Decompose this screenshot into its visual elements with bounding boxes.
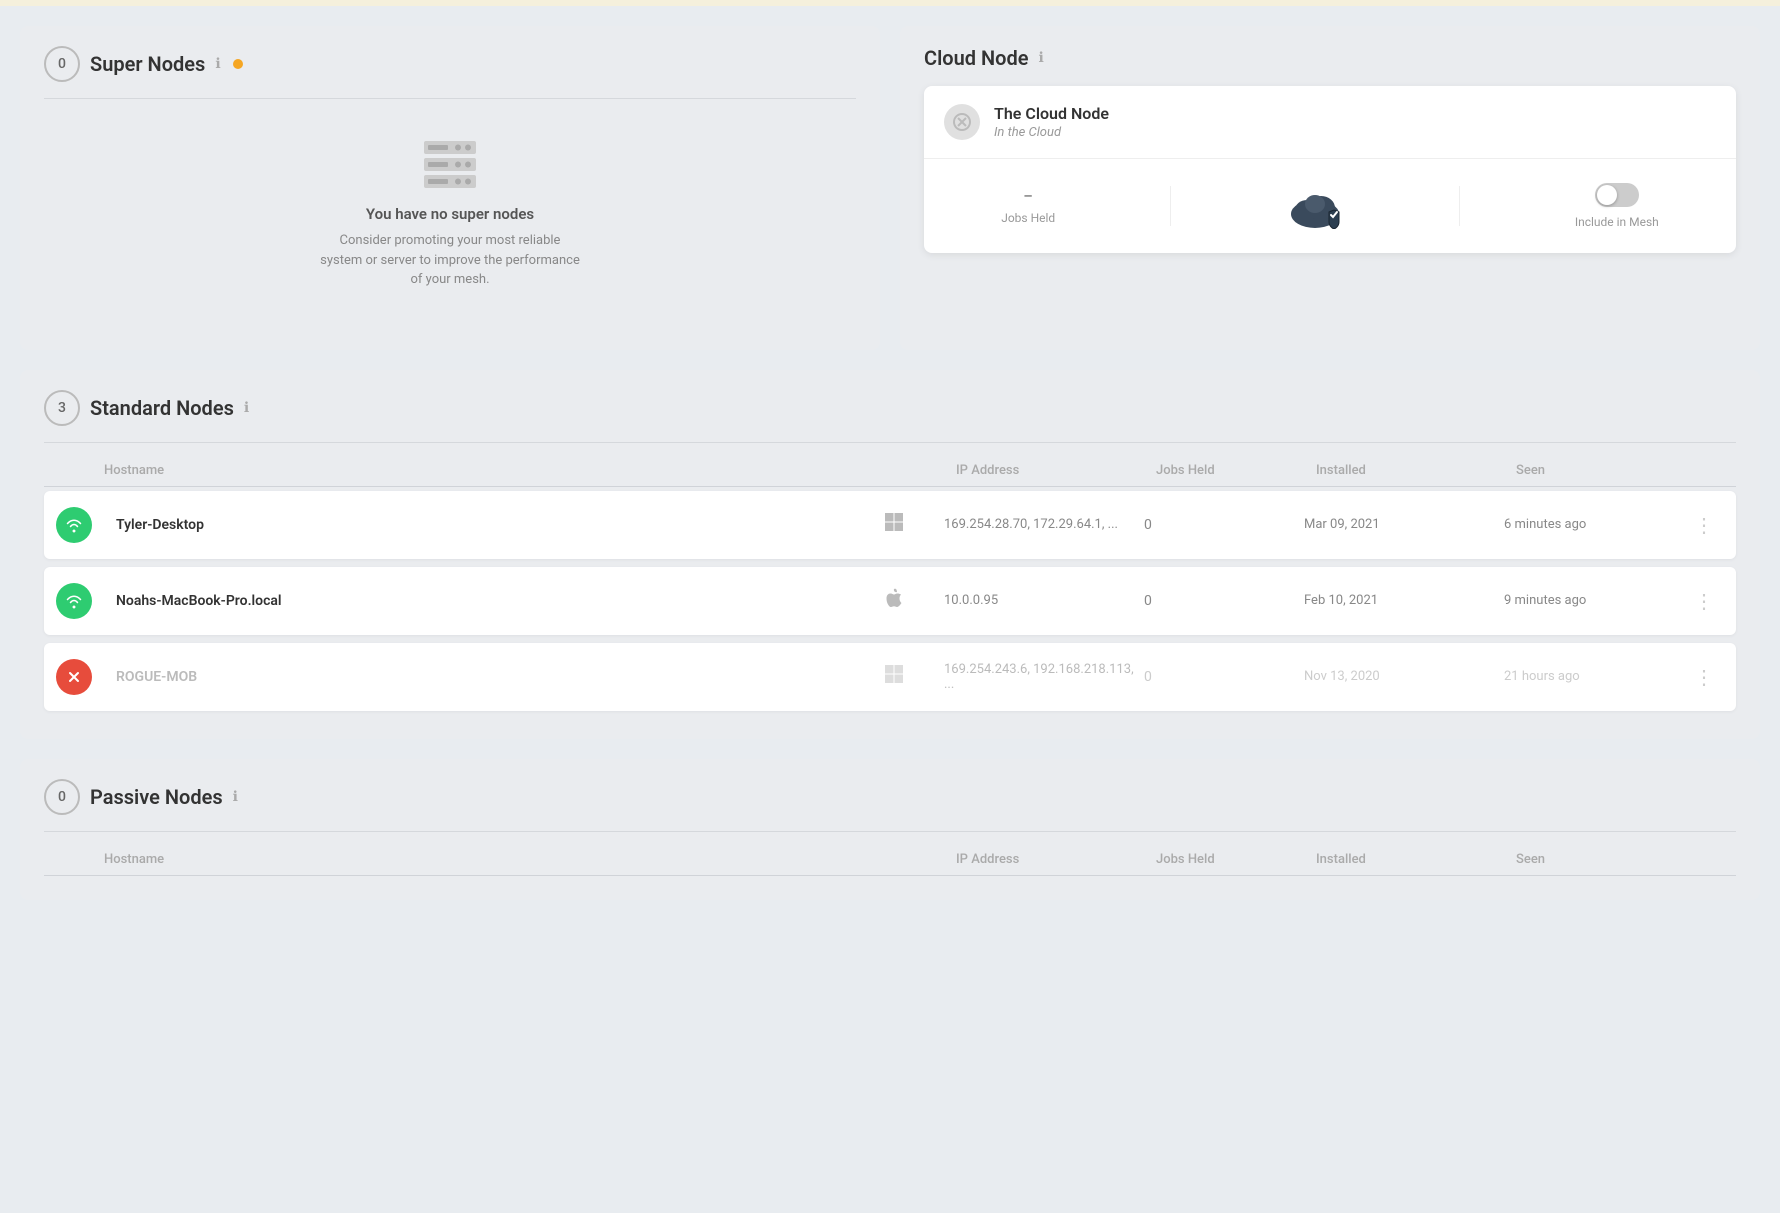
passive-nodes-title: Passive Nodes [90, 785, 223, 809]
standard-nodes-info-icon[interactable]: ℹ [244, 400, 249, 416]
node-jobs-held: 0 [1144, 669, 1304, 685]
passive-col-installed: Installed [1316, 852, 1516, 867]
node-jobs-held: 0 [1144, 593, 1304, 609]
standard-nodes-section: 3 Standard Nodes ℹ Hostname IP Address J… [20, 370, 1760, 739]
node-ip-address: 169.254.28.70, 172.29.64.1, ... [944, 517, 1144, 532]
wifi-icon [65, 516, 83, 534]
include-in-mesh-toggle-wrap: Include in Mesh [1575, 183, 1659, 229]
passive-col-seen: Seen [1516, 852, 1696, 867]
row-menu-button[interactable]: ⋮ [1684, 513, 1724, 537]
super-nodes-info-icon[interactable]: ℹ [215, 56, 220, 72]
cloud-node-card: The Cloud Node In the Cloud – Jobs Held [924, 86, 1736, 253]
row-menu-button[interactable]: ⋮ [1684, 589, 1724, 613]
cloud-node-title: Cloud Node [924, 46, 1028, 70]
table-row: Tyler-Desktop 169.254.28.70, 172.29.64.1… [44, 491, 1736, 559]
node-seen: 9 minutes ago [1504, 593, 1684, 608]
cloud-card-header: The Cloud Node In the Cloud [924, 86, 1736, 159]
super-nodes-empty-state: You have no super nodes Consider promoti… [44, 99, 856, 330]
cloud-graphic-icon [1285, 184, 1345, 229]
node-ip-address: 10.0.0.95 [944, 593, 1144, 608]
col-seen: Seen [1516, 463, 1696, 478]
wifi-icon [65, 592, 83, 610]
empty-state-title: You have no super nodes [366, 205, 534, 223]
include-in-mesh-toggle[interactable] [1595, 183, 1639, 207]
cloud-card-stats: – Jobs Held [924, 159, 1736, 253]
passive-col-ip-address: IP Address [956, 852, 1156, 867]
node-hostname: ROGUE-MOB [116, 669, 884, 685]
node-seen: 21 hours ago [1504, 669, 1684, 684]
standard-nodes-title: Standard Nodes [90, 396, 234, 420]
jobs-held-label: Jobs Held [1001, 211, 1055, 225]
passive-table-header: Hostname IP Address Jobs Held Installed … [44, 844, 1736, 876]
node-hostname: Tyler-Desktop [116, 517, 884, 533]
super-nodes-section: 0 Super Nodes ℹ [20, 26, 880, 350]
table-row: Noahs-MacBook-Pro.local 10.0.0.95 0 Feb … [44, 567, 1736, 635]
node-installed: Feb 10, 2021 [1304, 593, 1504, 608]
status-dot-green [56, 507, 92, 543]
close-icon [66, 669, 82, 685]
status-dot-green [56, 583, 92, 619]
os-icon-apple [884, 587, 944, 614]
node-installed: Mar 09, 2021 [1304, 517, 1504, 532]
stat-divider-1 [1170, 186, 1171, 226]
os-icon-windows [884, 512, 944, 537]
include-in-mesh-label: Include in Mesh [1575, 215, 1659, 229]
passive-nodes-count-badge: 0 [44, 779, 80, 815]
server-icon [420, 139, 480, 189]
row-menu-button[interactable]: ⋮ [1684, 665, 1724, 689]
passive-nodes-info-icon[interactable]: ℹ [233, 789, 238, 805]
super-nodes-title: Super Nodes [90, 52, 205, 76]
notification-dot [233, 59, 243, 69]
toggle-thumb [1597, 185, 1617, 205]
node-seen: 6 minutes ago [1504, 517, 1684, 532]
col-hostname: Hostname [104, 463, 896, 478]
super-nodes-count-badge: 0 [44, 46, 80, 82]
passive-col-jobs-held: Jobs Held [1156, 852, 1316, 867]
jobs-held-stat: – Jobs Held [1001, 187, 1055, 225]
node-installed: Nov 13, 2020 [1304, 669, 1504, 684]
empty-state-description: Consider promoting your most reliable sy… [320, 231, 580, 290]
passive-col-hostname: Hostname [104, 852, 896, 867]
os-icon-windows [884, 664, 944, 689]
col-installed: Installed [1316, 463, 1516, 478]
col-ip-address: IP Address [956, 463, 1156, 478]
cloud-icon-stat [1285, 184, 1345, 229]
passive-nodes-section: 0 Passive Nodes ℹ Hostname IP Address Jo… [20, 759, 1760, 900]
stat-divider-2 [1459, 186, 1460, 226]
node-jobs-held: 0 [1144, 517, 1304, 533]
cloud-node-info-icon[interactable]: ℹ [1038, 50, 1043, 66]
status-dot-red [56, 659, 92, 695]
node-ip-address: 169.254.243.6, 192.168.218.113, ... [944, 662, 1144, 692]
table-row: ROGUE-MOB 169.254.243.6, 192.168.218.113… [44, 643, 1736, 711]
cloud-node-subtitle: In the Cloud [994, 125, 1109, 140]
table-header: Hostname IP Address Jobs Held Installed … [44, 455, 1736, 487]
toggle-track [1595, 183, 1639, 207]
standard-nodes-count-badge: 3 [44, 390, 80, 426]
col-jobs-held: Jobs Held [1156, 463, 1316, 478]
node-hostname: Noahs-MacBook-Pro.local [116, 593, 884, 609]
cloud-node-name: The Cloud Node [994, 104, 1109, 123]
jobs-held-value: – [1023, 187, 1033, 205]
cloud-status-icon [944, 104, 980, 140]
cloud-node-section: Cloud Node ℹ The Cloud Node In the Cloud [900, 26, 1760, 350]
